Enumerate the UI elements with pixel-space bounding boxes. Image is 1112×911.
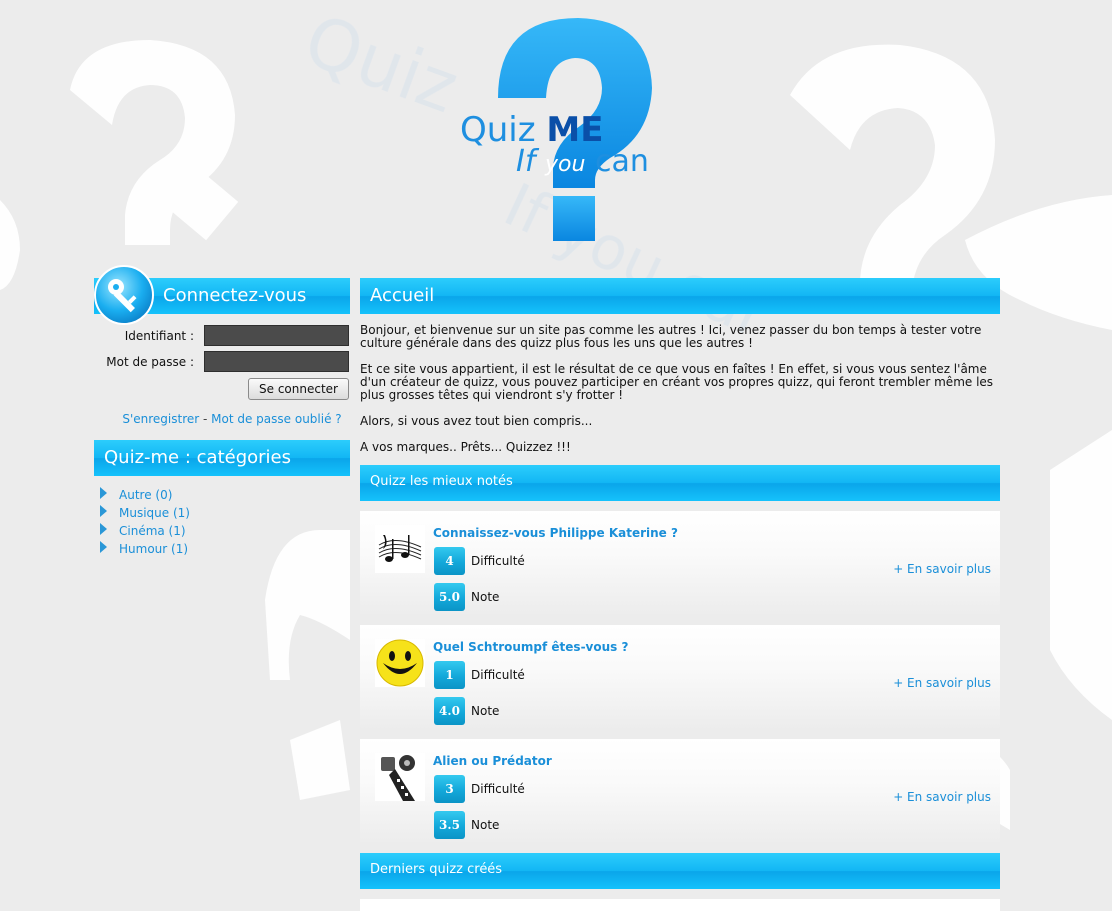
category-label: Autre (0)	[119, 488, 173, 502]
quiz-title-link[interactable]: Connaissez-vous Philippe Katerine ?	[433, 526, 678, 540]
password-label: Mot de passe :	[106, 355, 194, 369]
category-item-musique[interactable]: Musique (1)	[100, 504, 350, 522]
bullet-triangle-icon	[100, 505, 107, 517]
intro-paragraph: Bonjour, et bienvenue sur un site pas co…	[360, 323, 982, 350]
page-title: Accueil	[370, 285, 435, 306]
login-button[interactable]: Se connecter	[248, 378, 349, 400]
quiz-card: Alien ou Prédator 3 Difficulté 3.5 Note …	[360, 739, 1000, 845]
difficulty-badge: 4	[434, 547, 465, 575]
forgot-password-link[interactable]: Mot de passe oublié ?	[211, 412, 342, 426]
note-label: Note	[471, 704, 500, 718]
more-info-link[interactable]: + En savoir plus	[893, 562, 991, 576]
category-item-humour[interactable]: Humour (1)	[100, 540, 350, 558]
latest-quizz-header: Derniers quizz créés	[360, 853, 1000, 889]
more-info-link[interactable]: + En savoir plus	[893, 676, 991, 690]
quiz-card: Quel Schtroumpf êtes-vous ? 1 Difficulté…	[360, 625, 1000, 731]
difficulty-label: Difficulté	[471, 668, 525, 682]
difficulty-label: Difficulté	[471, 782, 525, 796]
category-label: Musique (1)	[119, 506, 190, 520]
logo-tag-you: you	[544, 152, 586, 177]
music-notes-icon[interactable]	[375, 525, 425, 573]
password-input[interactable]	[204, 351, 349, 372]
logo-tag-can: can	[594, 144, 649, 179]
categories-title: Quiz-me : catégories	[104, 447, 291, 468]
logo-tag-if: If	[516, 144, 536, 179]
login-form: Identifiant : Mot de passe : Se connecte…	[94, 314, 350, 426]
sidebar: Connectez-vous Identifiant : Mot de pass…	[94, 265, 350, 558]
best-quizz-header: Quizz les mieux notés	[360, 465, 1000, 501]
film-reel-icon[interactable]	[375, 753, 425, 801]
identifiant-input[interactable]	[204, 325, 349, 346]
categories-list: Autre (0) Musique (1) Cinéma (1) Humour …	[94, 486, 350, 558]
login-link-separator: -	[199, 412, 212, 426]
latest-quizz-title: Derniers quizz créés	[370, 862, 503, 877]
best-quizz-title: Quizz les mieux notés	[370, 474, 513, 489]
intro-text: Bonjour, et bienvenue sur un site pas co…	[360, 324, 1000, 454]
category-label: Humour (1)	[119, 542, 189, 556]
identifiant-label: Identifiant :	[124, 329, 194, 343]
bullet-triangle-icon	[100, 541, 107, 553]
site-logo[interactable]: Quiz ME If you can	[450, 18, 680, 248]
best-quizz-list: Connaissez-vous Philippe Katerine ? 4 Di…	[360, 511, 1000, 845]
quiz-card: Connaissez-vous Philippe Katerine ? 4 Di…	[360, 511, 1000, 617]
note-badge: 3.5	[434, 811, 465, 839]
bullet-triangle-icon	[100, 523, 107, 535]
login-title: Connectez-vous	[163, 285, 307, 306]
submit-row: Se connecter	[94, 376, 350, 402]
intro-paragraph: A vos marques.. Prêts... Quizzez !!!	[360, 440, 571, 454]
note-badge: 4.0	[434, 697, 465, 725]
login-links: S'enregistrer - Mot de passe oublié ?	[94, 412, 350, 426]
category-item-autre[interactable]: Autre (0)	[100, 486, 350, 504]
category-label: Cinéma (1)	[119, 524, 186, 538]
difficulty-badge: 1	[434, 661, 465, 689]
smiley-icon[interactable]	[375, 639, 425, 687]
note-label: Note	[471, 818, 500, 832]
register-link[interactable]: S'enregistrer	[122, 412, 199, 426]
category-item-cinema[interactable]: Cinéma (1)	[100, 522, 350, 540]
more-info-link[interactable]: + En savoir plus	[893, 790, 991, 804]
difficulty-label: Difficulté	[471, 554, 525, 568]
page-header: Accueil	[360, 278, 1000, 314]
intro-paragraph: Et ce site vous appartient, il est le ré…	[360, 362, 994, 402]
note-label: Note	[471, 590, 500, 604]
intro-paragraph: Alors, si vous avez tout bien compris...	[360, 414, 593, 428]
main-content: Accueil Bonjour, et bienvenue sur un sit…	[360, 278, 1000, 911]
quiz-title-link[interactable]: Alien ou Prédator	[433, 754, 552, 768]
categories-header: Quiz-me : catégories	[94, 440, 350, 476]
identifiant-row: Identifiant :	[94, 324, 350, 350]
note-badge: 5.0	[434, 583, 465, 611]
difficulty-badge: 3	[434, 775, 465, 803]
password-row: Mot de passe :	[94, 350, 350, 376]
quiz-title-link[interactable]: Quel Schtroumpf êtes-vous ?	[433, 640, 628, 654]
bullet-triangle-icon	[100, 487, 107, 499]
login-header: Connectez-vous	[94, 265, 350, 325]
latest-quizz-list	[360, 899, 1000, 911]
svg-text:Quiz: Quiz	[294, 0, 468, 129]
key-icon	[94, 265, 154, 325]
